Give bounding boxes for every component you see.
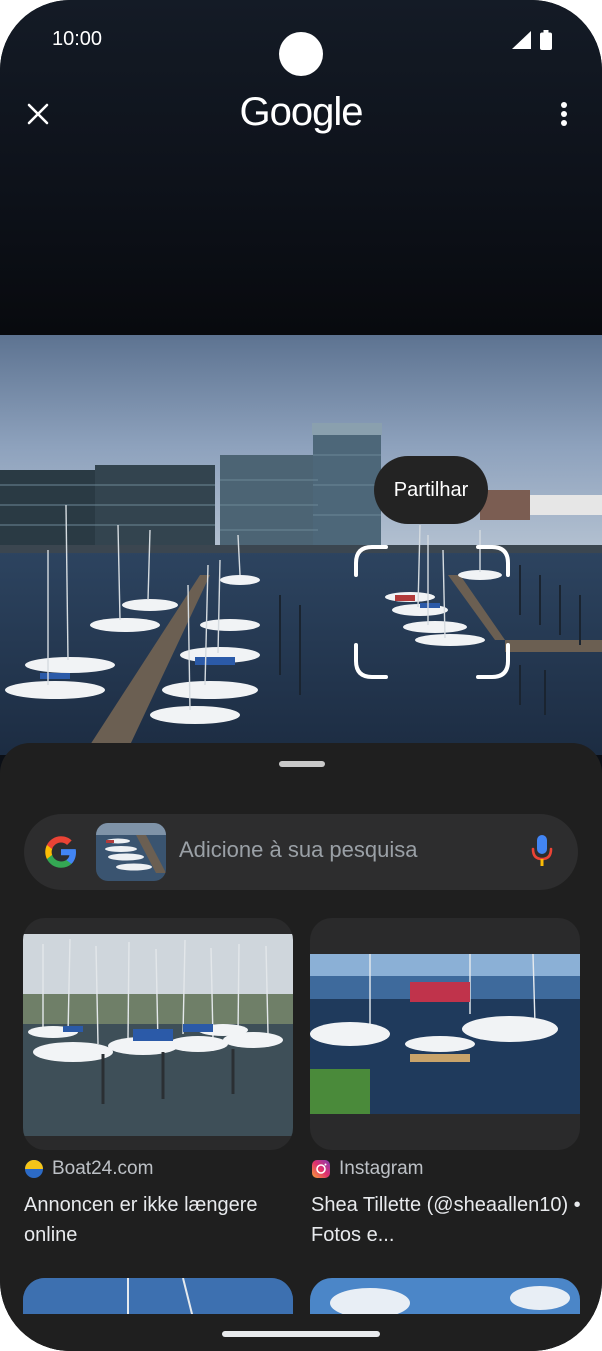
result-source-boat24[interactable]: Boat24.com xyxy=(24,1158,153,1180)
more-vert-icon xyxy=(561,102,567,126)
result-image-instagram xyxy=(310,954,580,1114)
share-button[interactable]: Partilhar xyxy=(374,456,488,524)
sheet-drag-handle[interactable] xyxy=(279,761,325,767)
result-card-image[interactable] xyxy=(23,918,293,1150)
front-camera xyxy=(279,32,323,76)
search-input[interactable]: Adicione à sua pesquisa xyxy=(179,837,418,863)
google-logo: Google xyxy=(239,90,364,134)
result-card-image[interactable] xyxy=(310,918,580,1150)
mic-icon[interactable] xyxy=(530,834,554,868)
more-options-button[interactable] xyxy=(548,98,580,130)
searched-photo[interactable] xyxy=(0,335,602,755)
boat24-favicon-icon xyxy=(25,1160,43,1178)
result-source-instagram[interactable]: Instagram xyxy=(311,1158,423,1180)
instagram-favicon-icon xyxy=(312,1160,330,1178)
phone-screen: 10:00 Google Partilhar Adicione à sua pe… xyxy=(0,0,602,1351)
source-label: Boat24.com xyxy=(52,1158,154,1179)
result-title-instagram[interactable]: Shea Tillette (@sheaallen10) • Fotos e..… xyxy=(311,1190,581,1250)
status-icons xyxy=(512,30,552,50)
source-label: Instagram xyxy=(339,1158,424,1179)
result-title-boat24[interactable]: Annoncen er ikke længere online xyxy=(24,1190,294,1250)
thumbnail-photo xyxy=(96,823,166,881)
google-g-icon xyxy=(45,836,76,868)
signal-icon xyxy=(512,31,531,49)
status-time: 10:00 xyxy=(52,28,103,50)
home-indicator[interactable] xyxy=(222,1331,380,1337)
search-image-thumbnail[interactable] xyxy=(96,823,166,881)
battery-icon xyxy=(540,30,552,50)
harbor-photo xyxy=(0,335,602,755)
result-image-boat24 xyxy=(23,934,293,1136)
